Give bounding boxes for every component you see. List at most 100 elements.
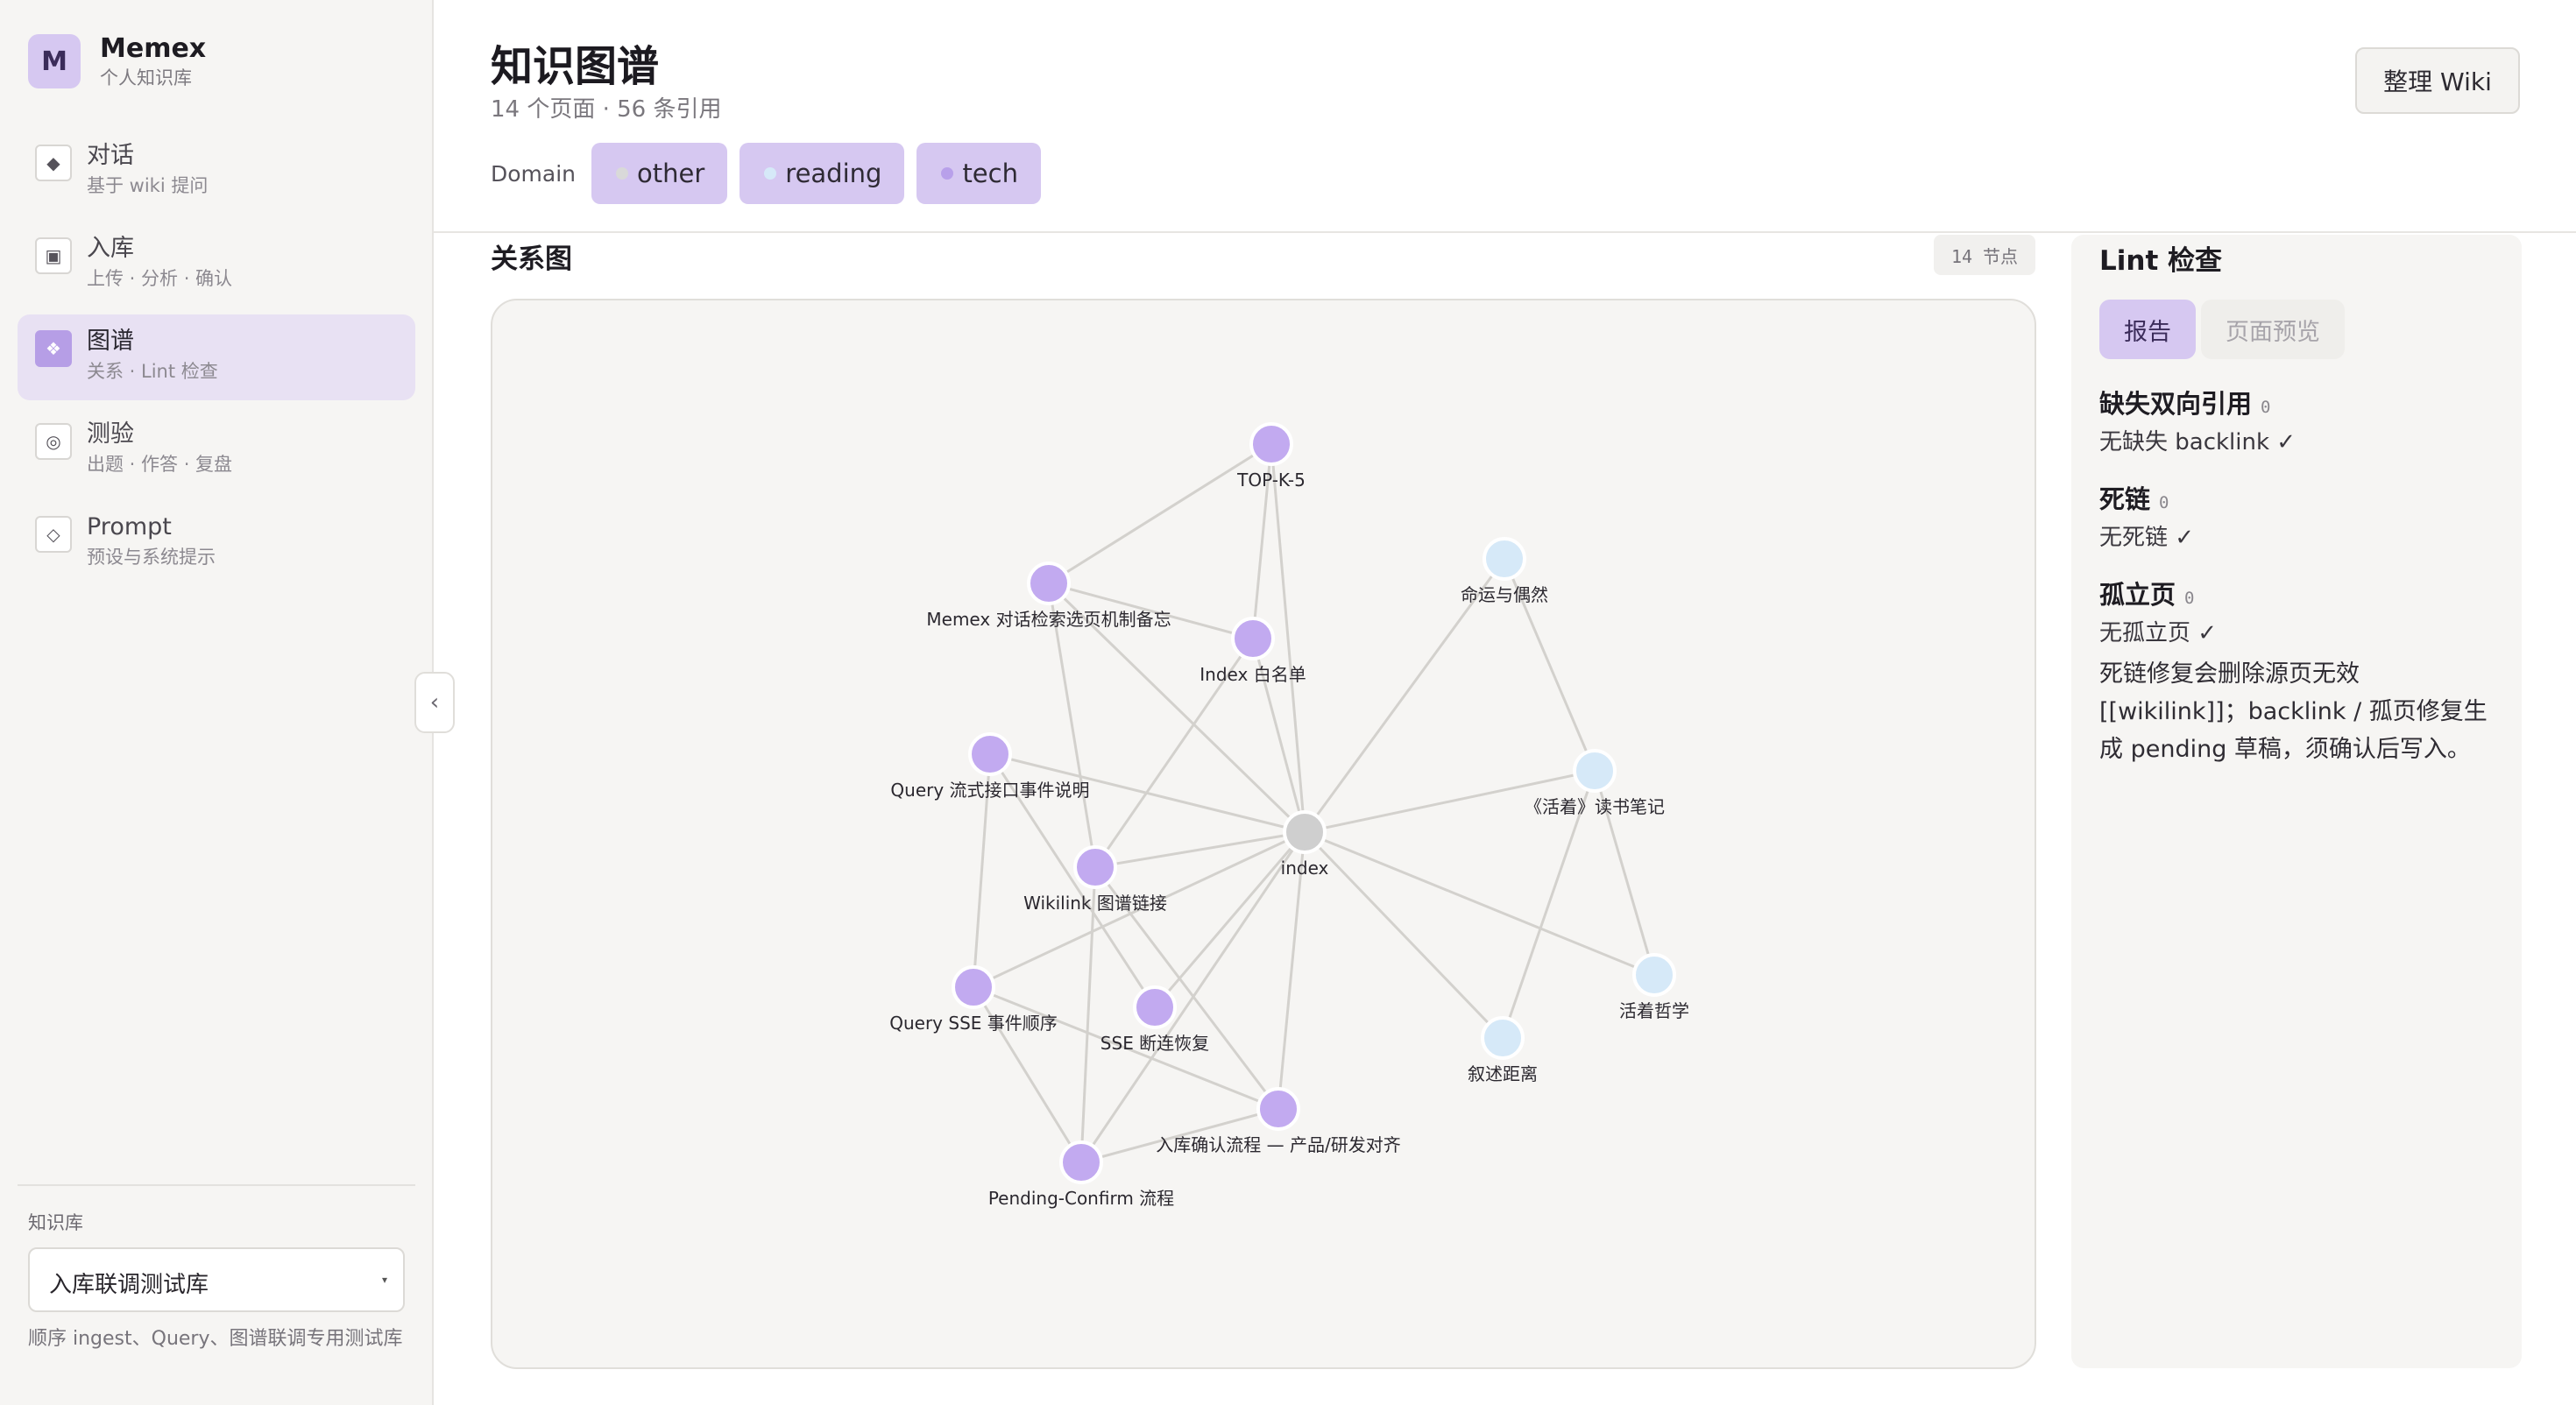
brand-subtitle: 个人知识库 <box>100 67 192 88</box>
graph-node-circle[interactable] <box>1059 1140 1103 1184</box>
graph-node-label: 叙述距离 <box>1468 1063 1538 1084</box>
graph-node-qstream[interactable]: Query 流式接口事件说明 <box>890 732 1090 801</box>
lint-check-heading: 缺失双向引用 0 <box>2099 384 2296 420</box>
graph-node-qsse[interactable]: Query SSE 事件顺序 <box>889 965 1058 1034</box>
graph-node-circle[interactable] <box>1133 985 1177 1029</box>
inbox-icon: ▣ <box>35 237 72 274</box>
graph-icon: ❖ <box>35 330 72 367</box>
knowledge-base-description: 顺序 ingest、Query、图谱联调专用测试库 <box>28 1328 403 1350</box>
graph-canvas[interactable]: index TOP-K-5 Memex 对话检索选页机制备忘 Index 白名单 Que… <box>491 299 2036 1369</box>
knowledge-base-title: 知识库 <box>28 1212 83 1233</box>
sidebar-item-quiz[interactable]: ◎ 测验 出题 · 作答 · 复盘 <box>18 407 415 493</box>
graph-node-fate[interactable]: 命运与偶然 <box>1461 537 1548 605</box>
domain-chip-reading[interactable]: reading <box>740 143 905 204</box>
lint-check-result: 无孤立页 ✓ <box>2099 620 2218 646</box>
graph-node-circle[interactable] <box>1483 537 1526 581</box>
page-title: 知识图谱 <box>491 42 660 91</box>
brand-text: Memex 个人知识库 <box>100 33 206 89</box>
graph-node-memex[interactable]: Memex 对话检索选页机制备忘 <box>926 561 1171 630</box>
knowledge-base-select[interactable]: 入库联调测试库 ▾ <box>28 1247 405 1312</box>
graph-node-topk[interactable]: TOP-K-5 <box>1236 422 1306 491</box>
lint-check-title: 孤立页 <box>2099 580 2176 610</box>
graph-node-circle[interactable] <box>1632 953 1676 997</box>
graph-node-narr[interactable]: 叙述距离 <box>1468 1016 1538 1084</box>
lint-note: 死链修复会删除源页无效 [[wikilink]]；backlink / 孤页修复… <box>2099 660 2488 763</box>
app-window: M Memex 个人知识库 ◆ 对话 基于 wiki 提问 ▣ 入库 上传 · … <box>0 0 2576 1405</box>
graph-node-ingest[interactable]: 入库确认流程 — 产品/研发对齐 <box>1156 1087 1401 1155</box>
brand-name: Memex <box>100 33 207 64</box>
lint-check-title: 缺失双向引用 <box>2099 389 2253 419</box>
graph-node-label: 命运与偶然 <box>1461 584 1548 605</box>
graph-node-index[interactable]: index <box>1281 810 1329 879</box>
domain-dot <box>941 167 954 180</box>
graph-node-label: Wikilink 图谱链接 <box>1023 893 1167 914</box>
target-icon: ◎ <box>35 423 72 460</box>
graph-node-circle[interactable] <box>1573 749 1617 793</box>
graph-node-label: 活着哲学 <box>1619 1000 1689 1021</box>
tab-report[interactable]: 报告 <box>2099 300 2196 359</box>
tidy-wiki-button[interactable]: 整理 Wiki <box>2355 47 2520 114</box>
graph-node-label: Index 白名单 <box>1200 664 1306 685</box>
graph-edge <box>1048 442 1272 585</box>
graph-node-circle[interactable] <box>1283 810 1327 854</box>
lint-check-dead-links: 死链 0 无死链 ✓ <box>2099 479 2194 552</box>
graph-title: 关系图 <box>491 244 572 275</box>
sidebar-item-label: 测验 <box>87 420 134 448</box>
sidebar-item-label: 图谱 <box>87 328 134 355</box>
lint-check-count: 0 <box>2159 493 2169 512</box>
graph-node-label: Query SSE 事件顺序 <box>889 1013 1058 1034</box>
graph-node-circle[interactable] <box>1073 845 1117 889</box>
sidebar-item-chat[interactable]: ◆ 对话 基于 wiki 提问 <box>18 129 415 215</box>
graph-node-label: Pending-Confirm 流程 <box>988 1188 1174 1209</box>
domain-dot <box>764 167 777 180</box>
lint-check-count: 0 <box>2184 589 2195 608</box>
node-count-badge: 14 节点 <box>1934 235 2035 275</box>
sidebar-item-ingest[interactable]: ▣ 入库 上传 · 分析 · 确认 <box>18 222 415 307</box>
domain-chip-other[interactable]: other <box>591 143 728 204</box>
graph-node-circle[interactable] <box>1249 422 1293 466</box>
page-header: 知识图谱 14 个页面 · 56 条引用 Domain other readin… <box>434 0 2576 233</box>
collapse-sidebar-button[interactable]: ‹ <box>414 672 455 733</box>
lint-check-orphans: 孤立页 0 无孤立页 ✓ <box>2099 575 2217 647</box>
sidebar-item-prompt[interactable]: ◇ Prompt 预设与系统提示 <box>18 500 415 586</box>
domain-chip-label: other <box>637 159 705 188</box>
graph-node-label: SSE 断连恢复 <box>1100 1033 1209 1054</box>
domain-dot <box>616 167 629 180</box>
lint-check-count: 0 <box>2261 398 2271 417</box>
graph-node-circle[interactable] <box>1027 561 1071 605</box>
lint-check-title: 死链 <box>2099 484 2151 514</box>
relationship-graph[interactable]: index TOP-K-5 Memex 对话检索选页机制备忘 Index 白名单 Que… <box>492 300 2036 1369</box>
tab-page-preview[interactable]: 页面预览 <box>2201 300 2345 359</box>
sidebar-item-subtitle: 上传 · 分析 · 确认 <box>87 268 233 289</box>
diamond-icon: ◆ <box>35 145 72 181</box>
graph-node-circle[interactable] <box>1231 617 1275 660</box>
domain-label: Domain <box>491 160 577 187</box>
brand-avatar: M <box>28 34 81 88</box>
domain-chip-tech[interactable]: tech <box>916 143 1041 204</box>
lint-title: Lint 检查 <box>2099 245 2223 277</box>
graph-node-circle[interactable] <box>1256 1087 1300 1131</box>
lint-check-result: 无缺失 backlink ✓ <box>2099 429 2296 455</box>
graph-node-huozhe[interactable]: 《活着》读书笔记 <box>1525 749 1665 817</box>
graph-node-circle[interactable] <box>952 965 995 1009</box>
graph-node-label: TOP-K-5 <box>1236 470 1306 491</box>
graph-node-label: Query 流式接口事件说明 <box>890 780 1089 801</box>
lint-check-result: 无死链 ✓ <box>2099 525 2195 551</box>
sidebar-item-graph[interactable]: ❖ 图谱 关系 · Lint 检查 <box>18 314 415 400</box>
sidebar-item-subtitle: 预设与系统提示 <box>87 547 216 568</box>
sidebar-item-subtitle: 关系 · Lint 检查 <box>87 361 218 382</box>
lint-check-heading: 死链 0 <box>2099 479 2194 516</box>
diamond-outline-icon: ◇ <box>35 516 72 553</box>
graph-edge <box>1303 830 1504 1040</box>
sidebar-item-subtitle: 基于 wiki 提问 <box>87 175 209 196</box>
graph-node-wikilink[interactable]: Wikilink 图谱链接 <box>1023 845 1167 914</box>
sidebar-item-label: Prompt <box>87 513 172 540</box>
graph-node-circle[interactable] <box>1481 1016 1525 1060</box>
knowledge-base-section: 知识库 入库联调测试库 ▾ 顺序 ingest、Query、图谱联调专用测试库 <box>18 1184 415 1353</box>
lint-check-heading: 孤立页 0 <box>2099 575 2217 611</box>
graph-node-label: 入库确认流程 — 产品/研发对齐 <box>1156 1134 1400 1155</box>
sidebar-nav: ◆ 对话 基于 wiki 提问 ▣ 入库 上传 · 分析 · 确认 ❖ 图谱 关… <box>18 129 415 593</box>
graph-node-circle[interactable] <box>968 732 1012 776</box>
graph-node-pending[interactable]: Pending-Confirm 流程 <box>988 1140 1174 1209</box>
chevron-down-icon: ▾ <box>381 1274 387 1286</box>
